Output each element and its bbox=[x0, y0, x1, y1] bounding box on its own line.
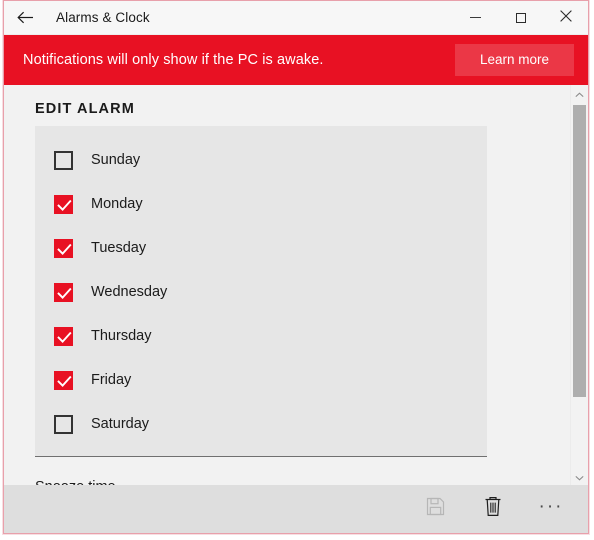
scrollbar-track[interactable] bbox=[571, 102, 588, 468]
more-icon: ··· bbox=[538, 495, 564, 517]
checkbox-unchecked-icon[interactable] bbox=[54, 150, 73, 170]
day-row[interactable]: Tuesday bbox=[35, 226, 487, 270]
back-arrow-icon bbox=[16, 10, 34, 25]
save-icon bbox=[426, 497, 445, 521]
edit-alarm-pane: EDIT ALARM Sunday Monday Tuesday Wednesday T… bbox=[4, 85, 570, 485]
scroll-down-button[interactable] bbox=[571, 468, 588, 485]
scroll-up-button[interactable] bbox=[571, 85, 588, 102]
content-area: EDIT ALARM Sunday Monday Tuesday Wednesday T… bbox=[4, 85, 588, 485]
checkbox-checked-icon[interactable] bbox=[54, 238, 73, 258]
checkbox-checked-icon[interactable] bbox=[54, 370, 73, 390]
more-button[interactable]: ··· bbox=[522, 486, 580, 532]
delete-button[interactable] bbox=[464, 486, 522, 532]
day-row[interactable]: Monday bbox=[35, 182, 487, 226]
maximize-icon bbox=[515, 12, 526, 23]
chevron-up-icon bbox=[575, 85, 584, 103]
checkbox-unchecked-icon[interactable] bbox=[54, 414, 73, 434]
day-row[interactable]: Thursday bbox=[35, 314, 487, 358]
day-label: Thursday bbox=[91, 328, 152, 344]
checkbox-checked-icon[interactable] bbox=[54, 194, 73, 214]
notification-banner: Notifications will only show if the PC i… bbox=[4, 35, 588, 85]
day-label: Wednesday bbox=[91, 284, 168, 300]
checkbox-checked-icon[interactable] bbox=[54, 326, 73, 346]
caption-button-group bbox=[453, 1, 588, 34]
minimize-icon bbox=[470, 17, 481, 18]
maximize-button[interactable] bbox=[498, 1, 543, 34]
close-button[interactable] bbox=[543, 1, 588, 34]
day-row[interactable]: Friday bbox=[35, 358, 487, 402]
day-row[interactable]: Wednesday bbox=[35, 270, 487, 314]
day-label: Tuesday bbox=[91, 240, 147, 256]
close-icon bbox=[559, 9, 572, 27]
checkbox-checked-icon[interactable] bbox=[54, 282, 73, 302]
scrollbar-thumb[interactable] bbox=[573, 105, 586, 397]
snooze-time-label: Snooze time bbox=[35, 479, 570, 485]
minimize-button[interactable] bbox=[453, 1, 498, 34]
day-label: Friday bbox=[91, 372, 132, 388]
title-bar: Alarms & Clock bbox=[4, 1, 588, 35]
back-button[interactable] bbox=[4, 2, 46, 34]
vertical-scrollbar[interactable] bbox=[570, 85, 588, 485]
day-row[interactable]: Sunday bbox=[35, 138, 487, 182]
notification-message: Notifications will only show if the PC i… bbox=[23, 52, 324, 68]
day-label: Sunday bbox=[91, 152, 141, 168]
day-label: Monday bbox=[91, 196, 143, 212]
app-window: Alarms & Clock Notifications will only s… bbox=[3, 0, 589, 534]
trash-icon bbox=[483, 496, 503, 522]
day-row[interactable]: Saturday bbox=[35, 402, 487, 446]
learn-more-button[interactable]: Learn more bbox=[455, 44, 574, 76]
chevron-down-icon bbox=[575, 468, 584, 486]
save-button[interactable] bbox=[406, 486, 464, 532]
day-label: Saturday bbox=[91, 416, 150, 432]
repeat-days-list: Sunday Monday Tuesday Wednesday Thursday Frid… bbox=[35, 126, 487, 457]
page-title: EDIT ALARM bbox=[35, 101, 135, 117]
command-bar: ··· bbox=[4, 485, 588, 533]
window-title: Alarms & Clock bbox=[56, 10, 150, 25]
